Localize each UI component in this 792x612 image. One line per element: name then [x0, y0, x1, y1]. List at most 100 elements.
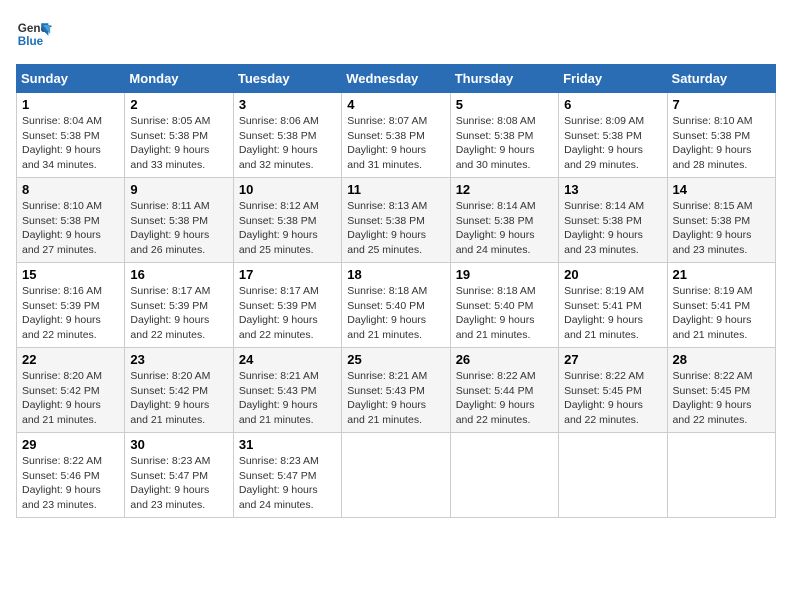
- day-number: 17: [239, 267, 336, 282]
- calendar-cell: 31 Sunrise: 8:23 AMSunset: 5:47 PMDaylig…: [233, 433, 341, 518]
- column-header-wednesday: Wednesday: [342, 65, 450, 93]
- calendar-cell: 19 Sunrise: 8:18 AMSunset: 5:40 PMDaylig…: [450, 263, 558, 348]
- calendar-cell: 21 Sunrise: 8:19 AMSunset: 5:41 PMDaylig…: [667, 263, 775, 348]
- cell-info: Sunrise: 8:22 AMSunset: 5:44 PMDaylight:…: [456, 370, 536, 426]
- calendar-cell: 6 Sunrise: 8:09 AMSunset: 5:38 PMDayligh…: [559, 93, 667, 178]
- cell-info: Sunrise: 8:06 AMSunset: 5:38 PMDaylight:…: [239, 115, 319, 171]
- week-row-3: 15 Sunrise: 8:16 AMSunset: 5:39 PMDaylig…: [17, 263, 776, 348]
- day-number: 3: [239, 97, 336, 112]
- cell-info: Sunrise: 8:11 AMSunset: 5:38 PMDaylight:…: [130, 200, 209, 256]
- cell-info: Sunrise: 8:15 AMSunset: 5:38 PMDaylight:…: [673, 200, 753, 256]
- logo: General Blue: [16, 16, 52, 52]
- cell-info: Sunrise: 8:17 AMSunset: 5:39 PMDaylight:…: [239, 285, 319, 341]
- week-row-4: 22 Sunrise: 8:20 AMSunset: 5:42 PMDaylig…: [17, 348, 776, 433]
- day-number: 11: [347, 182, 444, 197]
- cell-info: Sunrise: 8:23 AMSunset: 5:47 PMDaylight:…: [239, 455, 319, 511]
- day-number: 28: [673, 352, 770, 367]
- calendar-cell: 24 Sunrise: 8:21 AMSunset: 5:43 PMDaylig…: [233, 348, 341, 433]
- day-number: 15: [22, 267, 119, 282]
- day-number: 5: [456, 97, 553, 112]
- cell-info: Sunrise: 8:19 AMSunset: 5:41 PMDaylight:…: [564, 285, 644, 341]
- calendar-cell: 23 Sunrise: 8:20 AMSunset: 5:42 PMDaylig…: [125, 348, 233, 433]
- cell-info: Sunrise: 8:10 AMSunset: 5:38 PMDaylight:…: [673, 115, 753, 171]
- cell-info: Sunrise: 8:18 AMSunset: 5:40 PMDaylight:…: [347, 285, 427, 341]
- day-number: 4: [347, 97, 444, 112]
- calendar-cell: 2 Sunrise: 8:05 AMSunset: 5:38 PMDayligh…: [125, 93, 233, 178]
- calendar-cell: 20 Sunrise: 8:19 AMSunset: 5:41 PMDaylig…: [559, 263, 667, 348]
- calendar-cell: [450, 433, 558, 518]
- calendar-cell: [559, 433, 667, 518]
- calendar-cell: 16 Sunrise: 8:17 AMSunset: 5:39 PMDaylig…: [125, 263, 233, 348]
- page-header: General Blue: [16, 16, 776, 52]
- day-number: 23: [130, 352, 227, 367]
- calendar-cell: 14 Sunrise: 8:15 AMSunset: 5:38 PMDaylig…: [667, 178, 775, 263]
- calendar-cell: 9 Sunrise: 8:11 AMSunset: 5:38 PMDayligh…: [125, 178, 233, 263]
- day-number: 27: [564, 352, 661, 367]
- day-number: 18: [347, 267, 444, 282]
- day-number: 1: [22, 97, 119, 112]
- calendar-table: SundayMondayTuesdayWednesdayThursdayFrid…: [16, 64, 776, 518]
- calendar-cell: 8 Sunrise: 8:10 AMSunset: 5:38 PMDayligh…: [17, 178, 125, 263]
- cell-info: Sunrise: 8:12 AMSunset: 5:38 PMDaylight:…: [239, 200, 319, 256]
- day-number: 31: [239, 437, 336, 452]
- day-number: 20: [564, 267, 661, 282]
- cell-info: Sunrise: 8:05 AMSunset: 5:38 PMDaylight:…: [130, 115, 210, 171]
- week-row-5: 29 Sunrise: 8:22 AMSunset: 5:46 PMDaylig…: [17, 433, 776, 518]
- cell-info: Sunrise: 8:07 AMSunset: 5:38 PMDaylight:…: [347, 115, 427, 171]
- calendar-cell: 29 Sunrise: 8:22 AMSunset: 5:46 PMDaylig…: [17, 433, 125, 518]
- day-number: 25: [347, 352, 444, 367]
- column-header-tuesday: Tuesday: [233, 65, 341, 93]
- calendar-cell: 5 Sunrise: 8:08 AMSunset: 5:38 PMDayligh…: [450, 93, 558, 178]
- calendar-cell: 11 Sunrise: 8:13 AMSunset: 5:38 PMDaylig…: [342, 178, 450, 263]
- cell-info: Sunrise: 8:22 AMSunset: 5:45 PMDaylight:…: [673, 370, 753, 426]
- cell-info: Sunrise: 8:08 AMSunset: 5:38 PMDaylight:…: [456, 115, 536, 171]
- day-number: 24: [239, 352, 336, 367]
- calendar-cell: 22 Sunrise: 8:20 AMSunset: 5:42 PMDaylig…: [17, 348, 125, 433]
- day-number: 7: [673, 97, 770, 112]
- svg-text:Blue: Blue: [18, 35, 44, 48]
- calendar-cell: 13 Sunrise: 8:14 AMSunset: 5:38 PMDaylig…: [559, 178, 667, 263]
- calendar-cell: 27 Sunrise: 8:22 AMSunset: 5:45 PMDaylig…: [559, 348, 667, 433]
- day-number: 29: [22, 437, 119, 452]
- day-number: 10: [239, 182, 336, 197]
- cell-info: Sunrise: 8:20 AMSunset: 5:42 PMDaylight:…: [130, 370, 210, 426]
- calendar-cell: 30 Sunrise: 8:23 AMSunset: 5:47 PMDaylig…: [125, 433, 233, 518]
- calendar-cell: 7 Sunrise: 8:10 AMSunset: 5:38 PMDayligh…: [667, 93, 775, 178]
- calendar-cell: 26 Sunrise: 8:22 AMSunset: 5:44 PMDaylig…: [450, 348, 558, 433]
- calendar-cell: 28 Sunrise: 8:22 AMSunset: 5:45 PMDaylig…: [667, 348, 775, 433]
- calendar-cell: 1 Sunrise: 8:04 AMSunset: 5:38 PMDayligh…: [17, 93, 125, 178]
- cell-info: Sunrise: 8:21 AMSunset: 5:43 PMDaylight:…: [347, 370, 427, 426]
- day-number: 12: [456, 182, 553, 197]
- cell-info: Sunrise: 8:22 AMSunset: 5:45 PMDaylight:…: [564, 370, 644, 426]
- column-header-friday: Friday: [559, 65, 667, 93]
- day-number: 22: [22, 352, 119, 367]
- column-header-monday: Monday: [125, 65, 233, 93]
- cell-info: Sunrise: 8:18 AMSunset: 5:40 PMDaylight:…: [456, 285, 536, 341]
- calendar-cell: 18 Sunrise: 8:18 AMSunset: 5:40 PMDaylig…: [342, 263, 450, 348]
- column-header-sunday: Sunday: [17, 65, 125, 93]
- cell-info: Sunrise: 8:23 AMSunset: 5:47 PMDaylight:…: [130, 455, 210, 511]
- day-number: 30: [130, 437, 227, 452]
- cell-info: Sunrise: 8:14 AMSunset: 5:38 PMDaylight:…: [564, 200, 644, 256]
- day-number: 2: [130, 97, 227, 112]
- cell-info: Sunrise: 8:13 AMSunset: 5:38 PMDaylight:…: [347, 200, 427, 256]
- week-row-1: 1 Sunrise: 8:04 AMSunset: 5:38 PMDayligh…: [17, 93, 776, 178]
- calendar-cell: 3 Sunrise: 8:06 AMSunset: 5:38 PMDayligh…: [233, 93, 341, 178]
- logo-icon: General Blue: [16, 16, 52, 52]
- day-number: 14: [673, 182, 770, 197]
- cell-info: Sunrise: 8:21 AMSunset: 5:43 PMDaylight:…: [239, 370, 319, 426]
- calendar-cell: [342, 433, 450, 518]
- cell-info: Sunrise: 8:19 AMSunset: 5:41 PMDaylight:…: [673, 285, 753, 341]
- cell-info: Sunrise: 8:17 AMSunset: 5:39 PMDaylight:…: [130, 285, 210, 341]
- cell-info: Sunrise: 8:22 AMSunset: 5:46 PMDaylight:…: [22, 455, 102, 511]
- day-number: 13: [564, 182, 661, 197]
- day-number: 19: [456, 267, 553, 282]
- cell-info: Sunrise: 8:09 AMSunset: 5:38 PMDaylight:…: [564, 115, 644, 171]
- calendar-cell: 25 Sunrise: 8:21 AMSunset: 5:43 PMDaylig…: [342, 348, 450, 433]
- calendar-cell: [667, 433, 775, 518]
- cell-info: Sunrise: 8:14 AMSunset: 5:38 PMDaylight:…: [456, 200, 536, 256]
- calendar-cell: 4 Sunrise: 8:07 AMSunset: 5:38 PMDayligh…: [342, 93, 450, 178]
- day-number: 16: [130, 267, 227, 282]
- column-header-thursday: Thursday: [450, 65, 558, 93]
- day-number: 6: [564, 97, 661, 112]
